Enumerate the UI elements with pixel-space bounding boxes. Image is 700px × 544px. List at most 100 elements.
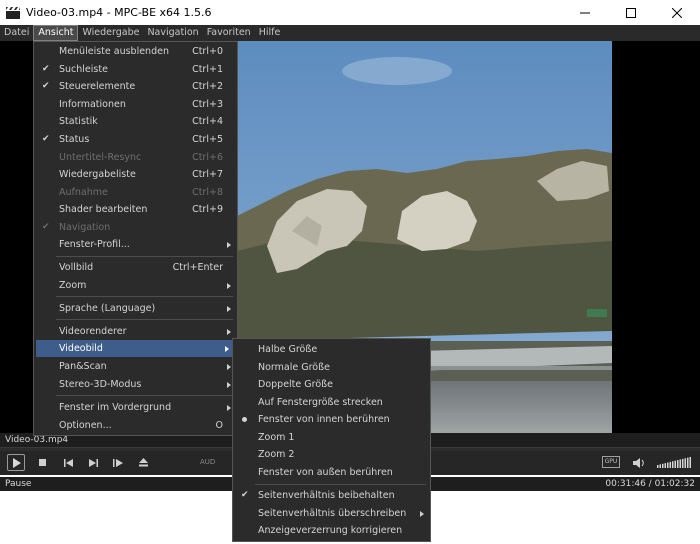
frame-step-icon bbox=[113, 458, 123, 467]
menu-item-label: Menüleiste ausblenden bbox=[59, 46, 169, 57]
menu-item-shortcut: Ctrl+0 bbox=[192, 46, 223, 57]
menu-item-vollbild[interactable]: Vollbild Ctrl+Enter bbox=[34, 259, 237, 276]
menu-separator bbox=[56, 319, 233, 320]
minimize-button[interactable] bbox=[562, 0, 608, 25]
menu-item-label: Steuerelemente bbox=[59, 81, 136, 92]
submenu-item-anzeigeverzerrung-korrigieren[interactable]: Anzeigeverzerrung korrigieren bbox=[233, 522, 430, 539]
maximize-button[interactable] bbox=[608, 0, 654, 25]
menu-item-label: Status bbox=[59, 134, 90, 145]
close-button[interactable] bbox=[654, 0, 700, 25]
menu-item-aufnahme: Aufnahme Ctrl+8 bbox=[34, 184, 237, 201]
menu-item-shortcut: Ctrl+8 bbox=[192, 187, 223, 198]
menu-item-label: Optionen... bbox=[59, 420, 112, 431]
submenu-item-auf-fenstergroesse-strecken[interactable]: Auf Fenstergröße strecken bbox=[233, 394, 430, 411]
window-title: Video-03.mp4 - MPC-BE x64 1.5.6 bbox=[26, 6, 212, 19]
volume-bar bbox=[677, 459, 679, 468]
submenu-arrow-icon bbox=[227, 242, 231, 248]
submenu-item-seitenverhaeltnis-beibehalten[interactable]: ✔ Seitenverhältnis beibehalten bbox=[233, 487, 430, 504]
menu-datei[interactable]: Datei bbox=[0, 25, 33, 41]
menu-item-sprache[interactable]: Sprache (Language) bbox=[34, 300, 237, 317]
menu-item-shortcut: Ctrl+3 bbox=[192, 99, 223, 110]
menu-item-label: Seitenverhältnis beibehalten bbox=[258, 490, 395, 501]
submenu-arrow-icon bbox=[227, 405, 231, 411]
time-display: 00:31:46 / 01:02:32 bbox=[605, 479, 695, 489]
volume-bar bbox=[672, 460, 674, 468]
menu-item-steuerelemente[interactable]: ✔ Steuerelemente Ctrl+2 bbox=[34, 78, 237, 95]
previous-button[interactable] bbox=[62, 454, 74, 471]
menu-item-zoom[interactable]: Zoom bbox=[34, 277, 237, 294]
menu-item-label: Shader bearbeiten bbox=[59, 204, 148, 215]
submenu-arrow-icon bbox=[227, 364, 231, 370]
menu-item-shortcut: Ctrl+7 bbox=[192, 169, 223, 180]
menu-item-pan-scan[interactable]: Pan&Scan bbox=[34, 358, 237, 375]
menu-wiedergabe[interactable]: Wiedergabe bbox=[78, 25, 143, 41]
menu-item-label: Fenster von innen berühren bbox=[258, 414, 390, 425]
frame-step-button[interactable] bbox=[112, 454, 124, 471]
menu-item-label: Vollbild bbox=[59, 262, 94, 273]
menu-item-suchleiste[interactable]: ✔ Suchleiste Ctrl+1 bbox=[34, 61, 237, 78]
menu-item-shader-bearbeiten[interactable]: Shader bearbeiten Ctrl+9 bbox=[34, 201, 237, 218]
submenu-item-fenster-von-aussen[interactable]: Fenster von außen berühren bbox=[233, 464, 430, 481]
check-icon: ✔ bbox=[241, 490, 249, 500]
menu-item-navigation: ✔ Navigation bbox=[34, 219, 237, 236]
play-button[interactable] bbox=[7, 454, 25, 471]
videobild-submenu: Halbe Größe Normale Größe Doppelte Größe… bbox=[232, 338, 431, 542]
menu-item-label: Stereo-3D-Modus bbox=[59, 379, 142, 390]
menu-item-menuleiste-ausblenden[interactable]: Menüleiste ausblenden Ctrl+0 bbox=[34, 43, 237, 60]
menu-item-label: Seitenverhältnis überschreiben bbox=[258, 508, 407, 519]
volume-bar bbox=[682, 458, 684, 468]
mute-button[interactable] bbox=[632, 454, 646, 471]
menu-item-wiedergabeliste[interactable]: Wiedergabeliste Ctrl+7 bbox=[34, 166, 237, 183]
volume-slider[interactable] bbox=[656, 454, 694, 471]
menu-item-stereo-3d-modus[interactable]: Stereo-3D-Modus bbox=[34, 376, 237, 393]
menu-item-status[interactable]: ✔ Status Ctrl+5 bbox=[34, 131, 237, 148]
menu-item-label: Untertitel-Resync bbox=[59, 152, 142, 163]
close-icon bbox=[672, 7, 682, 18]
menu-item-label: Halbe Größe bbox=[258, 344, 318, 355]
menu-item-informationen[interactable]: Informationen Ctrl+3 bbox=[34, 96, 237, 113]
menu-item-label: Doppelte Größe bbox=[258, 379, 333, 390]
submenu-item-doppelte-groesse[interactable]: Doppelte Größe bbox=[233, 376, 430, 393]
playback-state: Pause bbox=[5, 479, 32, 489]
menu-hilfe[interactable]: Hilfe bbox=[255, 25, 285, 41]
volume-bar bbox=[689, 456, 691, 468]
submenu-item-halbe-groesse[interactable]: Halbe Größe bbox=[233, 341, 430, 358]
menu-navigation[interactable]: Navigation bbox=[143, 25, 202, 41]
stop-button[interactable] bbox=[36, 454, 48, 471]
volume-bar bbox=[687, 457, 689, 468]
menu-item-label: Zoom bbox=[59, 280, 87, 291]
menu-item-fenster-profil[interactable]: Fenster-Profil... bbox=[34, 236, 237, 253]
submenu-item-zoom-2[interactable]: Zoom 2 bbox=[233, 446, 430, 463]
menu-ansicht[interactable]: Ansicht bbox=[33, 25, 79, 41]
submenu-item-normale-groesse[interactable]: Normale Größe bbox=[233, 359, 430, 376]
minimize-icon bbox=[580, 12, 590, 13]
next-button[interactable] bbox=[87, 454, 99, 471]
menu-item-label: Suchleiste bbox=[59, 64, 108, 75]
menu-item-label: Navigation bbox=[59, 222, 111, 233]
audio-renderer-label: AUD bbox=[200, 458, 216, 466]
menu-item-label: Fenster von außen berühren bbox=[258, 467, 393, 478]
menu-item-fenster-im-vordergrund[interactable]: Fenster im Vordergrund bbox=[34, 399, 237, 416]
eject-icon bbox=[138, 458, 148, 467]
menu-item-label: Normale Größe bbox=[258, 362, 330, 373]
eject-button[interactable] bbox=[137, 454, 149, 471]
menu-item-label: Zoom 1 bbox=[258, 432, 295, 443]
volume-bar bbox=[669, 461, 671, 468]
gpu-indicator: GPU bbox=[602, 456, 620, 468]
submenu-item-fenster-von-innen[interactable]: Fenster von innen berühren bbox=[233, 411, 430, 428]
check-icon: ✔ bbox=[42, 64, 50, 74]
menu-item-label: Pan&Scan bbox=[59, 361, 107, 372]
volume-bar bbox=[674, 460, 676, 468]
ansicht-dropdown-menu: Menüleiste ausblenden Ctrl+0 ✔ Suchleist… bbox=[33, 41, 238, 436]
skip-back-icon bbox=[63, 458, 73, 467]
menu-item-videorenderer[interactable]: Videorenderer bbox=[34, 323, 237, 340]
submenu-item-zoom-1[interactable]: Zoom 1 bbox=[233, 429, 430, 446]
menu-favoriten[interactable]: Favoriten bbox=[203, 25, 255, 41]
menu-item-videobild[interactable]: Videobild bbox=[36, 340, 235, 357]
submenu-item-seitenverhaeltnis-ueberschreiben[interactable]: Seitenverhältnis überschreiben bbox=[233, 505, 430, 522]
submenu-arrow-icon bbox=[227, 329, 231, 335]
menu-item-statistik[interactable]: Statistik Ctrl+4 bbox=[34, 113, 237, 130]
menu-item-optionen[interactable]: Optionen... O bbox=[34, 417, 237, 434]
volume-bar bbox=[679, 458, 681, 468]
submenu-arrow-icon bbox=[227, 382, 231, 388]
